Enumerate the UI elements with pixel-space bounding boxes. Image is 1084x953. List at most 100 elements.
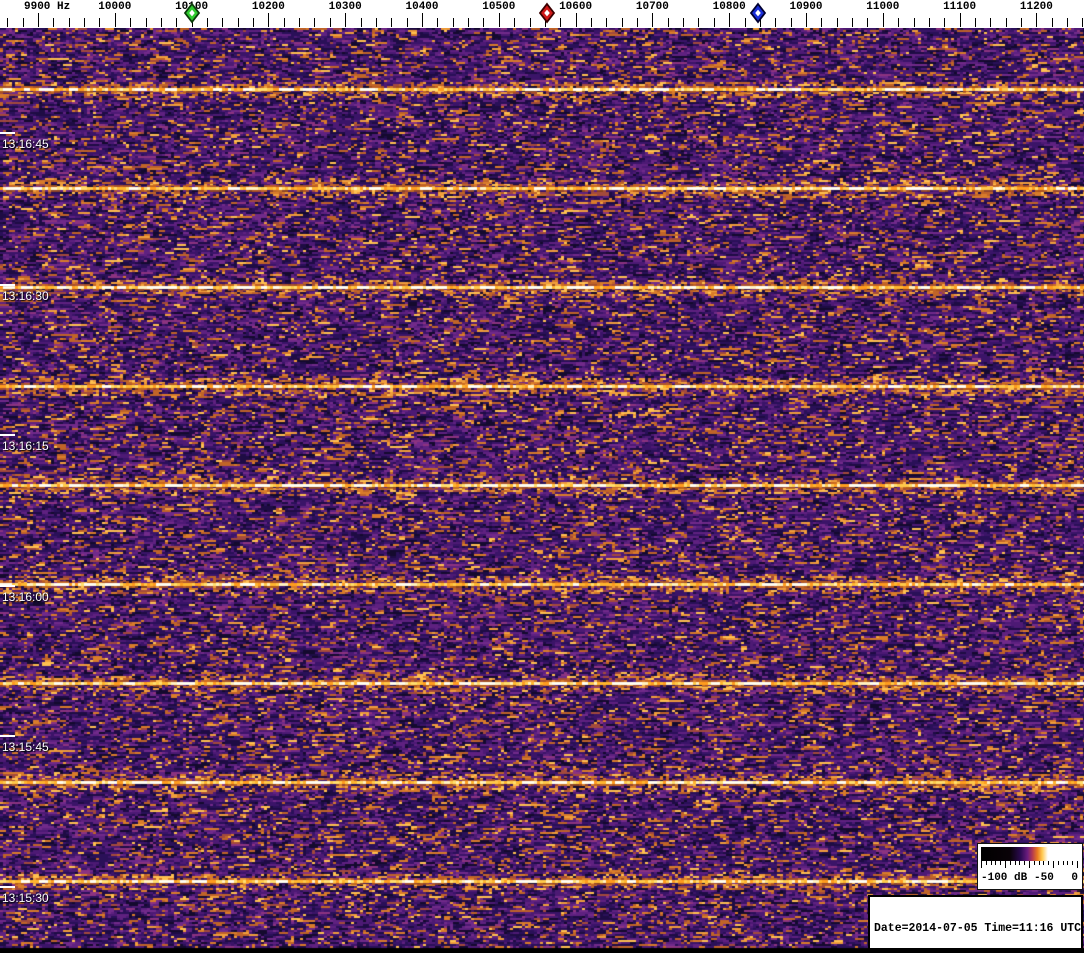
freq-tick: [1067, 18, 1068, 27]
time-label: 13:15:45: [2, 740, 49, 754]
freq-label: 10600: [559, 1, 593, 13]
freq-tick: [821, 18, 822, 27]
colorbar-gradient: [981, 847, 1078, 861]
freq-tick: [468, 18, 469, 27]
freq-tick: [576, 13, 577, 27]
colorbar-labels: -100 dB -50 0: [978, 870, 1082, 888]
freq-label: 10000: [98, 1, 132, 13]
freq-label: 10800: [712, 1, 746, 13]
freq-tick: [53, 18, 54, 27]
colorbar-tick: [1010, 861, 1011, 865]
freq-tick: [1052, 18, 1053, 27]
freq-tick: [852, 18, 853, 27]
spectrogram-view: 9900 Hz100001010010200103001040010500106…: [0, 0, 1084, 953]
freq-tick: [437, 18, 438, 27]
colorbar-tick: [1048, 861, 1049, 865]
freq-tick: [499, 13, 500, 27]
time-label: 13:16:30: [2, 289, 49, 303]
colorbar-tick: [981, 861, 982, 868]
freq-tick: [238, 18, 239, 27]
colorbar-tick: [1077, 861, 1078, 868]
marker-green-diamond[interactable]: [181, 1, 203, 30]
freq-label: 10700: [635, 1, 669, 13]
freq-tick: [806, 13, 807, 27]
freq-tick: [422, 13, 423, 27]
freq-tick: [775, 18, 776, 27]
freq-tick: [23, 18, 24, 27]
freq-label: 10300: [328, 1, 362, 13]
freq-tick: [314, 18, 315, 27]
time-tick: [0, 886, 15, 888]
freq-tick: [975, 18, 976, 27]
freq-tick: [407, 18, 408, 27]
freq-tick: [683, 18, 684, 27]
time-tick: [0, 434, 15, 436]
freq-label: 10900: [789, 1, 823, 13]
time-tick: [0, 284, 15, 286]
freq-tick: [1021, 18, 1022, 27]
freq-tick: [1006, 18, 1007, 27]
freq-label: 11000: [866, 1, 900, 13]
freq-label: 10500: [482, 1, 516, 13]
freq-tick: [222, 18, 223, 27]
colorbar-tick: [1015, 861, 1016, 865]
marker-blue-diamond[interactable]: [747, 1, 769, 30]
freq-label: 11100: [943, 1, 977, 13]
freq-tick: [791, 18, 792, 27]
freq-tick: [376, 18, 377, 27]
colorbar-label-min: -100 dB: [981, 872, 1028, 884]
freq-tick: [914, 18, 915, 27]
spectrogram-waterfall: [0, 28, 1084, 953]
freq-label: 11200: [1019, 1, 1053, 13]
freq-tick: [929, 18, 930, 27]
freq-tick: [161, 18, 162, 27]
colorbar-label-mid: -50: [1034, 872, 1054, 884]
freq-tick: [253, 18, 254, 27]
colorbar-tick: [995, 861, 996, 865]
colorbar-ruler: [981, 861, 1078, 870]
freq-tick: [837, 18, 838, 27]
time-label: 13:16:00: [2, 590, 49, 604]
freq-tick: [714, 18, 715, 27]
freq-tick: [883, 13, 884, 27]
freq-tick: [130, 18, 131, 27]
freq-tick: [268, 13, 269, 27]
freq-tick: [176, 18, 177, 27]
colorbar-tick: [1039, 861, 1040, 865]
freq-tick: [729, 13, 730, 27]
time-tick: [0, 735, 15, 737]
time-label: 13:16:15: [2, 439, 49, 453]
freq-tick: [622, 18, 623, 27]
freq-tick: [330, 18, 331, 27]
freq-tick: [483, 18, 484, 27]
freq-tick: [453, 18, 454, 27]
colorbar-tick: [986, 861, 987, 865]
freq-tick: [652, 13, 653, 27]
freq-tick: [606, 18, 607, 27]
freq-label: 10400: [405, 1, 439, 13]
freq-tick: [7, 18, 8, 27]
freq-tick: [391, 18, 392, 27]
freq-tick: [990, 18, 991, 27]
freq-tick: [115, 13, 116, 27]
freq-tick: [898, 18, 899, 27]
colorbar-label-max: 0: [1071, 872, 1078, 884]
observation-info-box: Date=2014-07-05 Time=11:16 UTC Freq=143 …: [868, 895, 1083, 950]
freq-tick: [38, 13, 39, 27]
freq-tick: [146, 18, 147, 27]
colorbar-tick: [1072, 861, 1073, 865]
freq-tick: [960, 13, 961, 27]
colorbar-tick: [1005, 861, 1006, 868]
colorbar-tick: [1019, 861, 1020, 865]
time-label: 13:16:45: [2, 137, 49, 151]
freq-tick: [207, 18, 208, 27]
freq-tick: [514, 18, 515, 27]
freq-tick: [345, 13, 346, 27]
freq-tick: [284, 18, 285, 27]
marker-red-diamond[interactable]: [536, 1, 558, 30]
colorbar-tick: [1034, 861, 1035, 865]
colorbar-tick: [1043, 861, 1044, 865]
freq-tick: [1036, 13, 1037, 27]
freq-label: 9900 Hz: [24, 1, 71, 13]
colorbar-tick: [1053, 861, 1054, 868]
